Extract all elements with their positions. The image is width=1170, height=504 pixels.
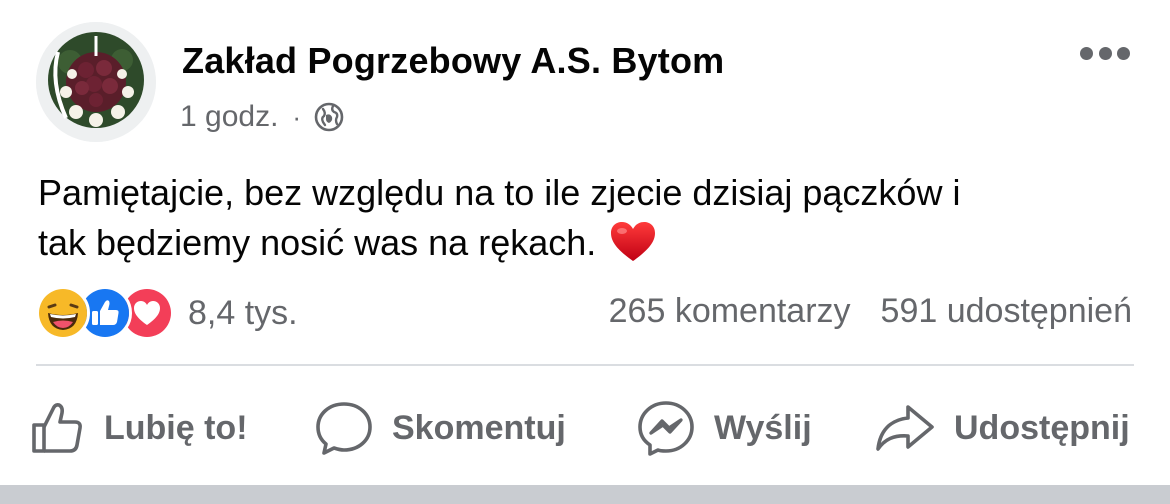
messenger-icon [636,399,696,457]
globe-icon[interactable] [313,101,345,133]
red-heart-emoji-icon [610,221,656,263]
post-text-line-2: tak będziemy nosić was na rękach. [38,222,597,263]
post-meta: 1 godz. · [180,100,345,134]
share-arrow-icon [874,399,936,457]
action-bar: Lubię to! Skomentuj Wyślij Udostępnij [0,390,1170,466]
like-label: Lubię to! [104,408,248,447]
more-options-button[interactable] [1080,44,1130,62]
reaction-summary[interactable]: 8,4 tys. [36,286,298,340]
post-time[interactable]: 1 godz. [180,100,278,134]
reaction-count: 8,4 tys. [188,293,298,332]
post-text-line-1: Pamiętajcie, bez względu na to ile zjeci… [38,172,961,213]
like-button[interactable]: Lubię to! [28,390,248,466]
comment-bubble-icon [314,399,374,457]
engagement-counts: 265 komentarzy 591 udostępnień [609,292,1132,331]
page-name[interactable]: Zakład Pogrzebowy A.S. Bytom [182,40,724,82]
feed-separator [0,485,1170,504]
divider [36,364,1134,366]
meta-separator: · [292,101,302,132]
comment-button[interactable]: Skomentuj [314,390,566,466]
share-count[interactable]: 591 udostępnień [881,292,1132,331]
page-avatar[interactable] [36,22,156,142]
haha-icon [36,286,90,340]
post-card: Zakład Pogrzebowy A.S. Bytom 1 godz. · P… [0,0,1170,485]
ellipsis-icon [1080,46,1093,60]
avatar-wreath-image [36,22,156,142]
comment-count[interactable]: 265 komentarzy [609,292,851,331]
post-text-line-2-wrap: tak będziemy nosić was na rękach. [38,218,1128,268]
comment-label: Skomentuj [392,408,566,447]
thumbs-up-icon [28,399,86,457]
share-button[interactable]: Udostępnij [874,390,1130,466]
send-label: Wyślij [714,408,812,447]
send-button[interactable]: Wyślij [636,390,812,466]
share-label: Udostępnij [954,408,1130,447]
post-text: Pamiętajcie, bez względu na to ile zjeci… [38,168,1128,268]
